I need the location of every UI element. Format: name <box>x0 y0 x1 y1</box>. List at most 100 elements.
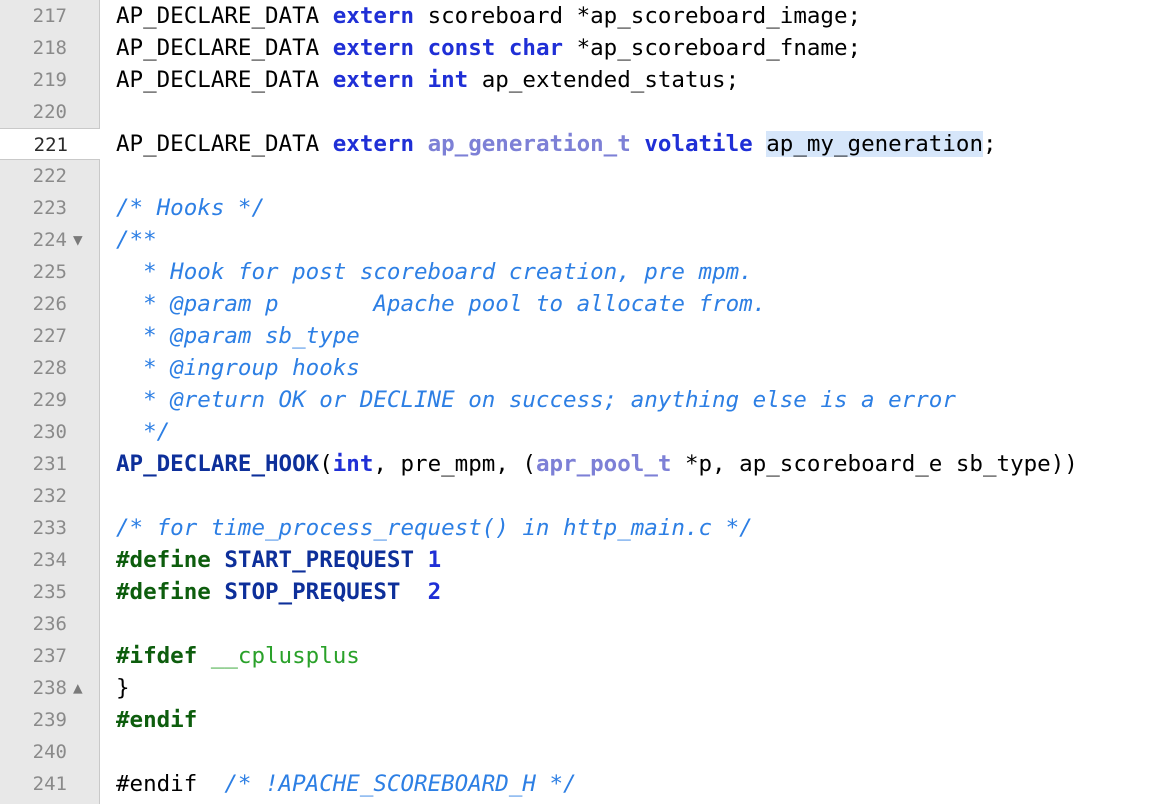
code-line-235[interactable]: #define STOP_PREQUEST 2 <box>116 576 441 608</box>
macro-token: START_PREQUEST <box>224 547 415 573</box>
line-number-237[interactable]: 237 <box>0 640 99 672</box>
code-token: ; <box>983 131 997 157</box>
code-token: AP_DECLARE_DATA <box>116 131 333 157</box>
code-line-233[interactable]: /* for time_process_request() in http_ma… <box>116 512 753 544</box>
line-number-label: 220 <box>32 101 67 123</box>
line-number-label: 223 <box>32 197 67 219</box>
code-token: AP_DECLARE_DATA <box>116 67 333 93</box>
highlighted-token: ap_my_generation <box>766 131 983 157</box>
line-number-label: 236 <box>32 613 67 635</box>
keyword-token: extern <box>332 3 415 29</box>
line-number-233[interactable]: 233 <box>0 512 99 544</box>
line-number-label: 221 <box>33 134 68 156</box>
line-number-label: 234 <box>32 549 67 571</box>
line-number-220[interactable]: 220 <box>0 96 99 128</box>
line-number-218[interactable]: 218 <box>0 32 99 64</box>
expand-triangle-up-icon[interactable]: ▲ <box>73 672 83 704</box>
code-line-228[interactable]: * @ingroup hooks <box>116 352 360 384</box>
code-token: scoreboard *ap_scoreboard_image; <box>414 3 862 29</box>
line-number-label: 239 <box>32 709 67 731</box>
line-number-label: 241 <box>32 773 67 795</box>
identifier-token: __cplusplus <box>210 643 360 669</box>
line-number-label: 228 <box>32 357 67 379</box>
code-line-219[interactable]: AP_DECLARE_DATA extern int ap_extended_s… <box>116 64 739 96</box>
line-number-label: 229 <box>32 389 67 411</box>
line-number-label: 219 <box>32 69 67 91</box>
code-line-231[interactable]: AP_DECLARE_HOOK(int, pre_mpm, (apr_pool_… <box>116 448 1078 480</box>
collapse-triangle-down-icon[interactable]: ▼ <box>73 224 83 256</box>
line-number-232[interactable]: 232 <box>0 480 99 512</box>
comment-token: /* !APACHE_SCOREBOARD_H */ <box>224 771 577 797</box>
line-number-230[interactable]: 230 <box>0 416 99 448</box>
comment-token: * @param sb_type <box>116 323 360 349</box>
keyword-token: extern <box>332 131 415 157</box>
keyword-token: int <box>332 451 374 477</box>
line-number-221[interactable]: 221 <box>0 128 100 160</box>
line-number-228[interactable]: 228 <box>0 352 99 384</box>
keyword-token: volatile <box>644 131 753 157</box>
code-line-226[interactable]: * @param p Apache pool to allocate from. <box>116 288 766 320</box>
comment-token: /* Hooks */ <box>116 195 266 221</box>
code-line-229[interactable]: * @return OK or DECLINE on success; anyt… <box>116 384 956 416</box>
line-number-223[interactable]: 223 <box>0 192 99 224</box>
line-number-238[interactable]: 238 ▲ <box>0 672 99 704</box>
macro-token: AP_DECLARE_HOOK <box>116 451 320 477</box>
code-line-238[interactable]: } <box>116 672 130 704</box>
line-number-217[interactable]: 217 <box>0 0 99 32</box>
code-token: ( <box>319 451 333 477</box>
line-number-gutter[interactable]: 217 218 219 220 221 222 223 224 ▼ 225 226 227 228 229… <box>0 0 100 804</box>
code-line-223[interactable]: /* Hooks */ <box>116 192 265 224</box>
code-line-224[interactable]: /** <box>116 224 157 256</box>
code-text-area[interactable]: AP_DECLARE_DATA extern scoreboard *ap_sc… <box>100 0 1174 804</box>
line-number-241[interactable]: 241 <box>0 768 99 800</box>
code-token: } <box>116 675 130 701</box>
line-number-219[interactable]: 219 <box>0 64 99 96</box>
line-number-227[interactable]: 227 <box>0 320 99 352</box>
type-token: apr_pool_t <box>535 451 672 477</box>
line-number-240[interactable]: 240 <box>0 736 99 768</box>
line-number-224[interactable]: 224 ▼ <box>0 224 99 256</box>
code-line-241[interactable]: #endif /* !APACHE_SCOREBOARD_H */ <box>116 768 577 800</box>
code-line-230[interactable]: */ <box>116 416 170 448</box>
line-number-229[interactable]: 229 <box>0 384 99 416</box>
line-number-236[interactable]: 236 <box>0 608 99 640</box>
line-number-234[interactable]: 234 <box>0 544 99 576</box>
code-token: AP_DECLARE_DATA <box>116 3 333 29</box>
code-line-237[interactable]: #ifdef __cplusplus <box>116 640 360 672</box>
line-number-226[interactable]: 226 <box>0 288 99 320</box>
comment-token: /** <box>116 227 157 253</box>
line-number-label: 238 <box>32 677 67 699</box>
code-line-217[interactable]: AP_DECLARE_DATA extern scoreboard *ap_sc… <box>116 0 861 32</box>
code-line-239[interactable]: #endif <box>116 704 197 736</box>
line-number-label: 230 <box>32 421 67 443</box>
code-token: AP_DECLARE_DATA <box>116 35 333 61</box>
line-number-231[interactable]: 231 <box>0 448 99 480</box>
comment-token: * @return OK or DECLINE on success; anyt… <box>116 387 956 413</box>
line-number-239[interactable]: 239 <box>0 704 99 736</box>
code-line-225[interactable]: * Hook for post scoreboard creation, pre… <box>116 256 753 288</box>
preprocessor-token: #define <box>116 547 211 573</box>
code-token: #endif <box>116 771 225 797</box>
preprocessor-token: #define <box>116 579 211 605</box>
line-number-label: 227 <box>32 325 67 347</box>
code-line-234[interactable]: #define START_PREQUEST 1 <box>116 544 441 576</box>
type-token: ap_generation_t <box>427 131 631 157</box>
line-number-225[interactable]: 225 <box>0 256 99 288</box>
line-number-222[interactable]: 222 <box>0 160 99 192</box>
code-editor[interactable]: 217 218 219 220 221 222 223 224 ▼ 225 226 227 228 229… <box>0 0 1174 804</box>
line-number-235[interactable]: 235 <box>0 576 99 608</box>
code-line-221[interactable]: AP_DECLARE_DATA extern ap_generation_t v… <box>116 128 997 160</box>
code-line-227[interactable]: * @param sb_type <box>116 320 360 352</box>
code-token: , pre_mpm, ( <box>373 451 536 477</box>
line-number-label: 240 <box>32 741 67 763</box>
code-token: *p, ap_scoreboard_e sb_type)) <box>671 451 1078 477</box>
code-line-218[interactable]: AP_DECLARE_DATA extern const char *ap_sc… <box>116 32 861 64</box>
comment-token: * @ingroup hooks <box>116 355 360 381</box>
preprocessor-token: #ifdef <box>116 643 198 669</box>
line-number-label: 233 <box>32 517 67 539</box>
line-number-label: 231 <box>32 453 67 475</box>
